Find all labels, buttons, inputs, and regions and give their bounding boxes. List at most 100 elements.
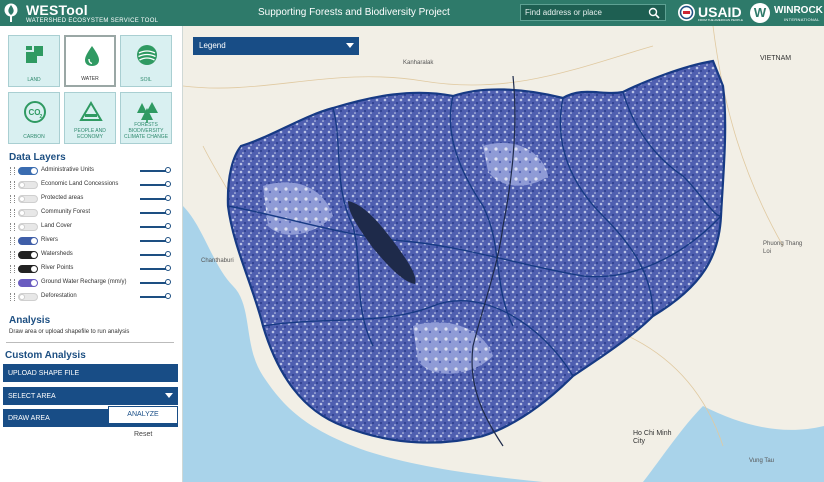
drag-handle-icon[interactable]	[10, 181, 15, 189]
winrock-subtitle: INTERNATIONAL	[784, 17, 820, 22]
layer-toggle[interactable]	[18, 293, 38, 301]
layer-toggle[interactable]	[18, 265, 38, 273]
data-layer-row[interactable]: Protected areas	[10, 193, 171, 205]
toggle-knob	[31, 280, 37, 286]
layer-toggle[interactable]	[18, 181, 38, 189]
layer-label: Ground Water Recharge (mm/y)	[41, 279, 127, 285]
divider	[6, 342, 174, 343]
tile-label: WATER	[81, 76, 99, 82]
slider-thumb[interactable]	[165, 167, 171, 173]
opacity-slider[interactable]	[140, 265, 171, 271]
water-drop-icon	[85, 46, 99, 66]
drag-handle-icon[interactable]	[10, 167, 15, 175]
layer-label: River Points	[41, 265, 74, 271]
select-area-dropdown[interactable]: SELECT AREA	[3, 387, 178, 405]
slider-thumb[interactable]	[165, 265, 171, 271]
slider-thumb[interactable]	[165, 293, 171, 299]
analyze-button[interactable]: ANALYZE	[108, 406, 178, 424]
opacity-slider[interactable]	[140, 293, 171, 299]
drag-handle-icon[interactable]	[10, 251, 15, 259]
app-header: WESTool WATERSHED ECOSYSTEM SERVICE TOOL…	[0, 0, 824, 26]
people-icon	[79, 101, 103, 121]
drag-handle-icon[interactable]	[10, 293, 15, 301]
layer-label: Protected areas	[41, 195, 84, 201]
app-logo[interactable]: WESTool WATERSHED ECOSYSTEM SERVICE TOOL	[2, 2, 182, 24]
opacity-slider[interactable]	[140, 279, 171, 285]
data-layer-row[interactable]: Community Forest	[10, 207, 171, 219]
slider-thumb[interactable]	[165, 181, 171, 187]
draw-area-label: DRAW AREA	[8, 415, 50, 422]
layer-toggle[interactable]	[18, 167, 38, 175]
data-layer-row[interactable]: Rivers	[10, 235, 171, 247]
layer-label: Rivers	[41, 237, 59, 243]
layer-label: Watersheds	[41, 251, 73, 257]
layer-toggle[interactable]	[18, 237, 38, 245]
layer-toggle[interactable]	[18, 251, 38, 259]
place-label: VIETNAM	[760, 55, 792, 62]
co2-icon: CO 2	[24, 101, 46, 123]
opacity-slider[interactable]	[140, 181, 171, 187]
map-svg	[183, 26, 824, 482]
drag-handle-icon[interactable]	[10, 237, 15, 245]
usaid-logo[interactable]: USAID FROM THE AMERICAN PEOPLE	[678, 3, 744, 23]
tile-carbon[interactable]: CO 2 CARBON	[8, 92, 60, 144]
map-canvas[interactable]: VIETNAM Kanharalak Phuong Thang Loi Chan…	[183, 26, 824, 482]
data-layer-row[interactable]: Deforestation	[10, 291, 171, 303]
place-label: Phuong Thang Loi	[763, 241, 803, 255]
layer-toggle[interactable]	[18, 209, 38, 217]
drag-handle-icon[interactable]	[10, 223, 15, 231]
winrock-logo[interactable]: W WINROCK INTERNATIONAL	[750, 3, 823, 23]
opacity-slider[interactable]	[140, 195, 171, 201]
layer-label: Administrative Units	[41, 167, 95, 173]
slider-thumb[interactable]	[165, 279, 171, 285]
drag-handle-icon[interactable]	[10, 265, 15, 273]
data-layer-row[interactable]: Land Cover	[10, 221, 171, 233]
tile-label: LAND	[27, 77, 41, 83]
drag-handle-icon[interactable]	[10, 279, 15, 287]
tile-water[interactable]: WATER	[64, 35, 116, 87]
usaid-seal-icon	[678, 4, 695, 21]
data-layer-row[interactable]: Watersheds	[10, 249, 171, 261]
layer-toggle[interactable]	[18, 223, 38, 231]
custom-analysis-title: Custom Analysis	[5, 350, 86, 361]
tile-land[interactable]: LAND	[8, 35, 60, 87]
data-layer-row[interactable]: Administrative Units	[10, 165, 171, 177]
place-label: Kanharalak	[403, 60, 434, 66]
slider-thumb[interactable]	[165, 223, 171, 229]
slider-thumb[interactable]	[165, 209, 171, 215]
data-layer-row[interactable]: River Points	[10, 263, 171, 275]
project-title: Supporting Forests and Biodiversity Proj…	[258, 7, 450, 18]
data-layer-row[interactable]: Ground Water Recharge (mm/y)	[10, 277, 171, 289]
tile-label: PEOPLE AND ECONOMY	[74, 128, 106, 140]
search-icon[interactable]	[648, 7, 660, 19]
layer-label: Community Forest	[41, 209, 91, 215]
tile-people-economy[interactable]: PEOPLE AND ECONOMY	[64, 92, 116, 144]
opacity-slider[interactable]	[140, 237, 171, 243]
reset-link[interactable]: Reset	[134, 431, 152, 438]
layer-toggle[interactable]	[18, 195, 38, 203]
opacity-slider[interactable]	[140, 223, 171, 229]
slider-thumb[interactable]	[165, 237, 171, 243]
toggle-knob	[31, 266, 37, 272]
slider-thumb[interactable]	[165, 251, 171, 257]
search-input[interactable]	[525, 6, 645, 19]
legend-dropdown[interactable]: Legend	[193, 37, 359, 55]
opacity-slider[interactable]	[140, 251, 171, 257]
slider-thumb[interactable]	[165, 195, 171, 201]
opacity-slider[interactable]	[140, 209, 171, 215]
toggle-knob	[19, 224, 25, 230]
winrock-mark-icon: W	[750, 3, 770, 23]
tile-forests[interactable]: FORESTS BIODIVERSITY CLIMATE CHANGE	[120, 92, 172, 144]
drag-handle-icon[interactable]	[10, 195, 15, 203]
wes-logo-icon	[4, 3, 18, 22]
search-box[interactable]	[520, 4, 666, 21]
place-label: Ho Chi Minh City	[633, 430, 672, 445]
layer-toggle[interactable]	[18, 279, 38, 287]
upload-shape-file-button[interactable]: UPLOAD SHAPE FILE	[3, 364, 178, 382]
opacity-slider[interactable]	[140, 167, 171, 173]
toggle-knob	[19, 196, 25, 202]
drag-handle-icon[interactable]	[10, 209, 15, 217]
app-title: WESTool	[26, 2, 88, 18]
tile-soil[interactable]: SOIL	[120, 35, 172, 87]
data-layer-row[interactable]: Economic Land Concessions	[10, 179, 171, 191]
